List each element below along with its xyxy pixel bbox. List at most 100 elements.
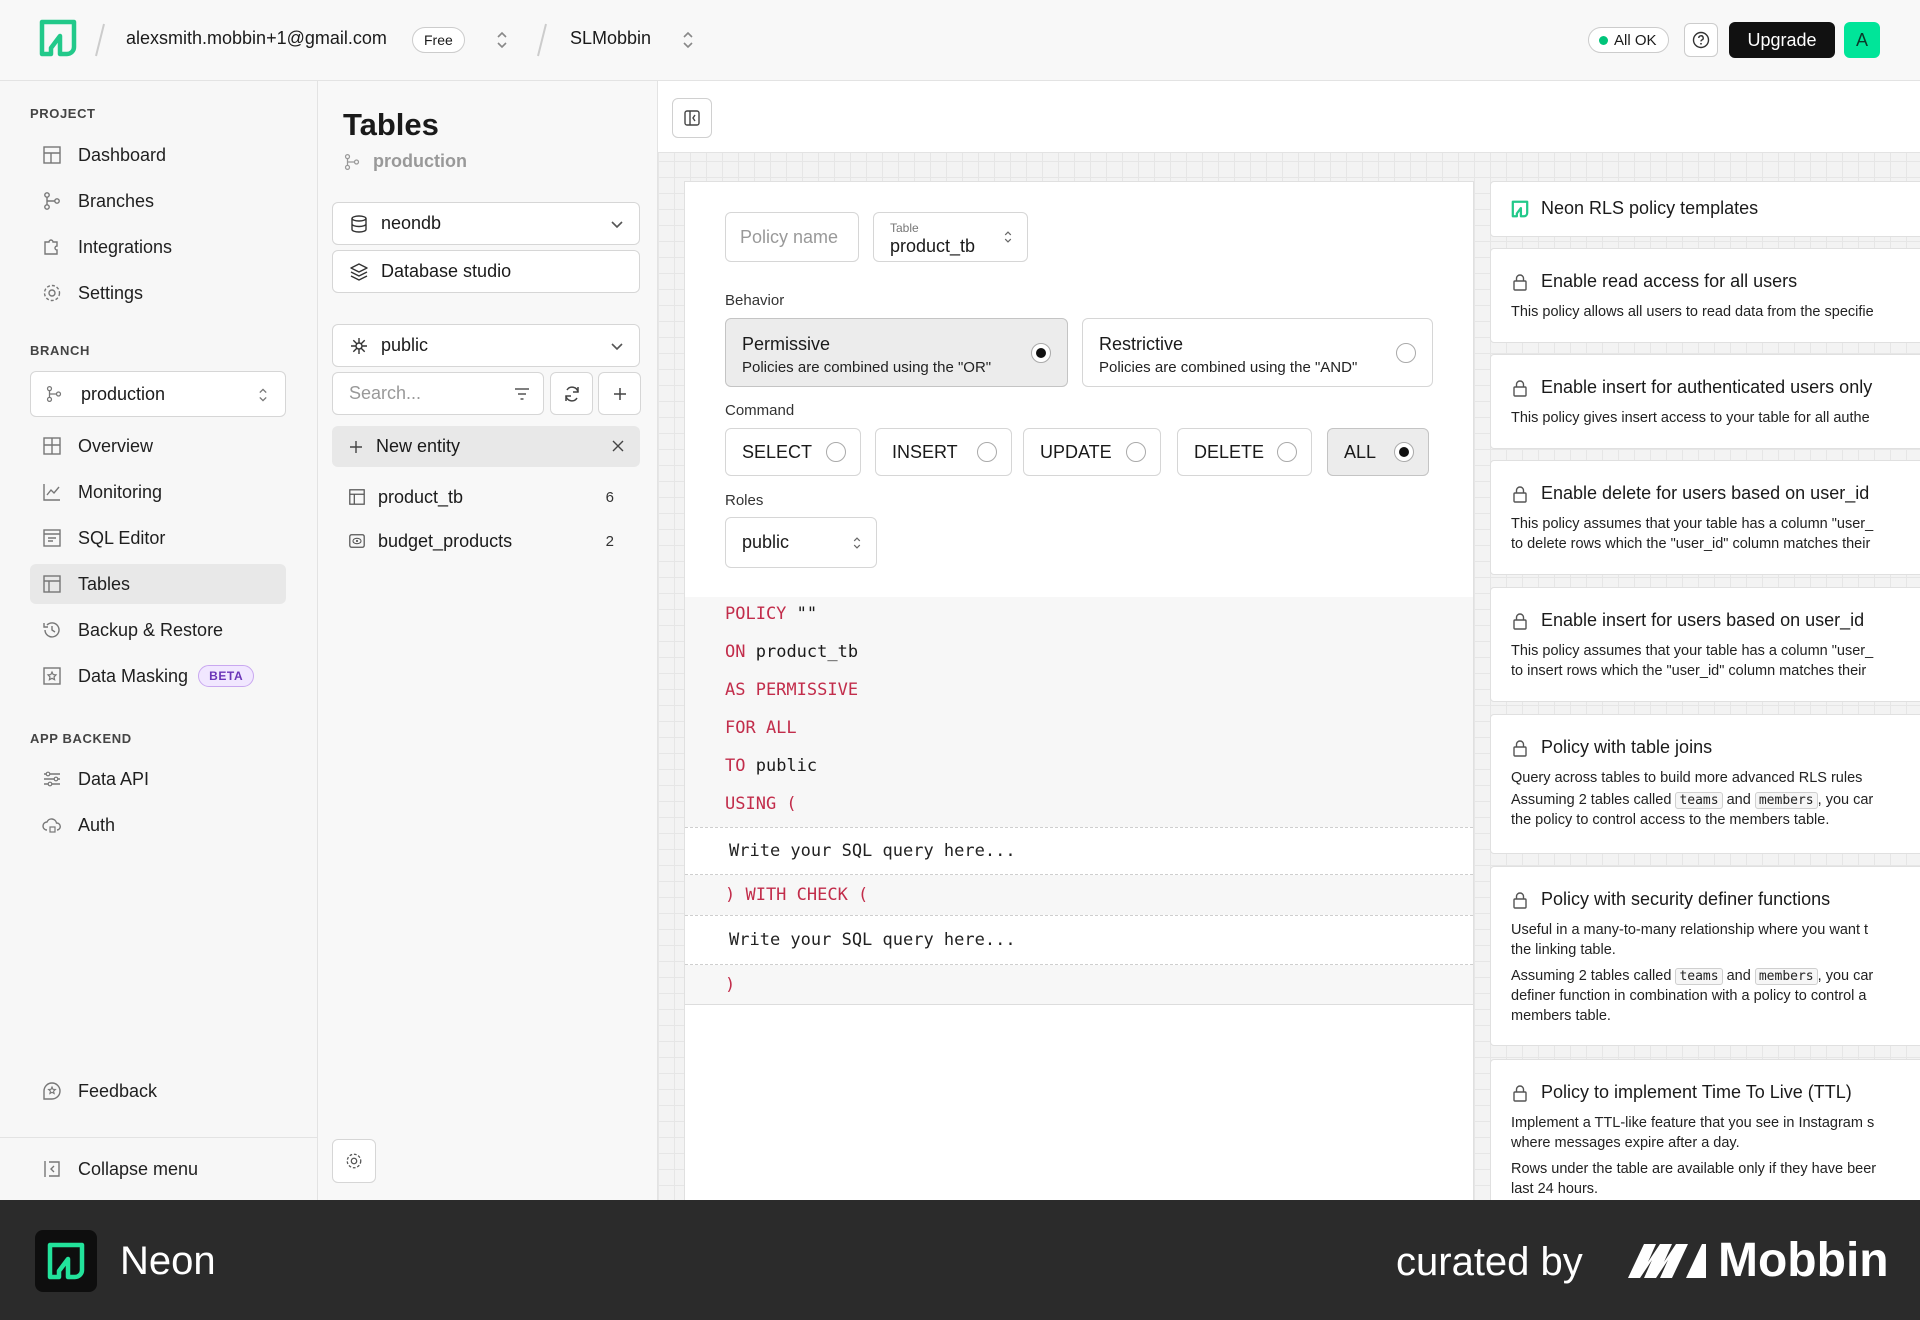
table-select-value: product_tb xyxy=(890,236,976,256)
template-card[interactable]: Enable insert for users based on user_id… xyxy=(1490,587,1920,702)
sidebar-item-backup-restore[interactable]: Backup & Restore xyxy=(30,610,286,650)
puzzle-icon xyxy=(42,237,62,257)
lock-icon xyxy=(1513,273,1527,291)
behavior-option-restrictive[interactable]: Restrictive Policies are combined using … xyxy=(1082,318,1433,387)
roles-select[interactable]: public xyxy=(725,517,877,568)
status-badge[interactable]: All OK xyxy=(1588,27,1669,53)
cloud-lock-icon xyxy=(42,815,62,835)
radio-selected[interactable] xyxy=(1031,343,1051,363)
sidebar-item-dashboard[interactable]: Dashboard xyxy=(30,135,286,175)
branch-selector[interactable]: production xyxy=(30,371,286,417)
add-table-button[interactable] xyxy=(598,372,641,415)
schema-icon xyxy=(349,336,369,356)
sidebar-item-data-masking[interactable]: Data Masking BETA xyxy=(30,656,286,696)
sql-keyword: POLICY xyxy=(725,604,787,624)
behavior-option-permissive[interactable]: Permissive Policies are combined using t… xyxy=(725,318,1068,387)
refresh-icon xyxy=(564,385,579,402)
sidebar-item-integrations[interactable]: Integrations xyxy=(30,227,286,267)
panel-settings-button[interactable] xyxy=(332,1139,376,1183)
sidebar-item-data-api[interactable]: Data API xyxy=(30,759,286,799)
table-select[interactable]: Table product_tb xyxy=(873,212,1028,262)
table-row-count: 6 xyxy=(605,488,614,506)
avatar[interactable]: A xyxy=(1844,22,1880,58)
chart-line-icon xyxy=(42,482,62,502)
account-switcher-chevron-icon[interactable] xyxy=(492,28,512,52)
template-description: This policy allows all users to read dat… xyxy=(1511,304,1874,320)
filter-icon[interactable] xyxy=(513,385,531,403)
schema-select[interactable]: public xyxy=(332,324,640,367)
template-description: where messages expire after a day. xyxy=(1511,1135,1740,1151)
using-expression-input[interactable]: Write your SQL query here... xyxy=(685,827,1473,875)
database-studio-button[interactable]: Database studio xyxy=(332,250,640,293)
sidebar-item-label: Branches xyxy=(78,190,155,211)
template-card[interactable]: Policy with security definer functions U… xyxy=(1490,866,1920,1046)
sql-line-on: ON product_tb xyxy=(725,642,858,662)
table-icon xyxy=(348,488,366,506)
collapse-menu-button[interactable]: Collapse menu xyxy=(30,1149,286,1189)
command-label: ALL xyxy=(1344,441,1377,462)
template-card[interactable]: Enable read access for all users This po… xyxy=(1490,248,1920,343)
branch-label: production xyxy=(343,151,467,172)
table-list-item[interactable]: budget_products 2 xyxy=(332,521,640,561)
sidebar-item-monitoring[interactable]: Monitoring xyxy=(30,472,286,512)
template-card[interactable]: Policy with table joins Query across tab… xyxy=(1490,714,1920,854)
sidebar-item-overview[interactable]: Overview xyxy=(30,426,286,466)
template-card[interactable]: Enable delete for users based on user_id… xyxy=(1490,460,1920,575)
table-list-item[interactable]: product_tb 6 xyxy=(332,477,640,517)
policy-name-input[interactable]: Policy name xyxy=(725,212,859,262)
sql-line-for: FOR ALL xyxy=(725,718,797,738)
sql-keyword: ) WITH CHECK ( xyxy=(725,885,869,905)
top-bar: alexsmith.mobbin+1@gmail.com Free SLMobb… xyxy=(0,0,1920,81)
sidebar-item-branches[interactable]: Branches xyxy=(30,181,286,221)
neon-logo-icon[interactable] xyxy=(38,18,78,58)
command-option-all[interactable]: ALL xyxy=(1327,428,1429,476)
template-card[interactable]: Enable insert for authenticated users on… xyxy=(1490,354,1920,449)
branch-icon xyxy=(42,191,62,211)
command-option-delete[interactable]: DELETE xyxy=(1177,428,1312,476)
command-option-update[interactable]: UPDATE xyxy=(1023,428,1161,476)
branch-name: production xyxy=(373,151,467,171)
plus-icon xyxy=(613,387,626,400)
project-name[interactable]: SLMobbin xyxy=(570,28,651,49)
help-button[interactable] xyxy=(1684,23,1718,57)
schema-value: public xyxy=(381,335,429,355)
toggle-panel-button[interactable] xyxy=(672,98,712,138)
sidebar: PROJECT Dashboard Branches Integrations … xyxy=(0,81,318,1200)
text-span: and xyxy=(1726,968,1751,984)
command-option-insert[interactable]: INSERT xyxy=(875,428,1012,476)
feedback-button[interactable]: Feedback xyxy=(30,1071,286,1111)
collapse-menu-label: Collapse menu xyxy=(78,1158,199,1179)
lock-icon xyxy=(1513,485,1527,503)
account-email[interactable]: alexsmith.mobbin+1@gmail.com xyxy=(126,28,387,49)
app-name: Neon xyxy=(120,1239,216,1283)
sidebar-item-settings[interactable]: Settings xyxy=(30,273,286,313)
template-card[interactable]: Policy to implement Time To Live (TTL) I… xyxy=(1490,1059,1920,1200)
sidebar-item-sql-editor[interactable]: SQL Editor xyxy=(30,518,286,558)
upgrade-button[interactable]: Upgrade xyxy=(1729,22,1835,58)
template-description: Rows under the table are available only … xyxy=(1511,1161,1877,1177)
new-entity-item[interactable]: New entity xyxy=(332,426,640,467)
template-title-text: Policy with table joins xyxy=(1541,737,1713,757)
sql-line-using: USING ( xyxy=(725,794,797,814)
project-switcher-chevron-icon[interactable] xyxy=(678,28,698,52)
sql-line-policy: POLICY "" xyxy=(725,604,817,624)
radio-unselected[interactable] xyxy=(1396,343,1416,363)
lock-icon xyxy=(1513,739,1527,757)
template-description: the policy to control access to the memb… xyxy=(1511,812,1830,828)
close-icon[interactable] xyxy=(610,438,626,454)
check-expression-input[interactable]: Write your SQL query here... xyxy=(685,915,1473,965)
command-label: UPDATE xyxy=(1040,441,1112,462)
status-label: All OK xyxy=(1614,31,1657,49)
feedback-icon xyxy=(42,1081,62,1101)
search-input[interactable]: Search... xyxy=(332,372,544,415)
sidebar-item-auth[interactable]: Auth xyxy=(30,805,286,845)
sql-keyword: ON xyxy=(725,642,746,662)
sidebar-item-tables[interactable]: Tables xyxy=(30,564,286,604)
roles-value: public xyxy=(742,532,790,552)
database-value: neondb xyxy=(381,213,442,233)
refresh-button[interactable] xyxy=(550,372,593,415)
database-select[interactable]: neondb xyxy=(332,202,640,245)
database-studio-label: Database studio xyxy=(381,261,512,281)
command-option-select[interactable]: SELECT xyxy=(725,428,861,476)
template-title-text: Policy to implement Time To Live (TTL) xyxy=(1541,1082,1852,1102)
